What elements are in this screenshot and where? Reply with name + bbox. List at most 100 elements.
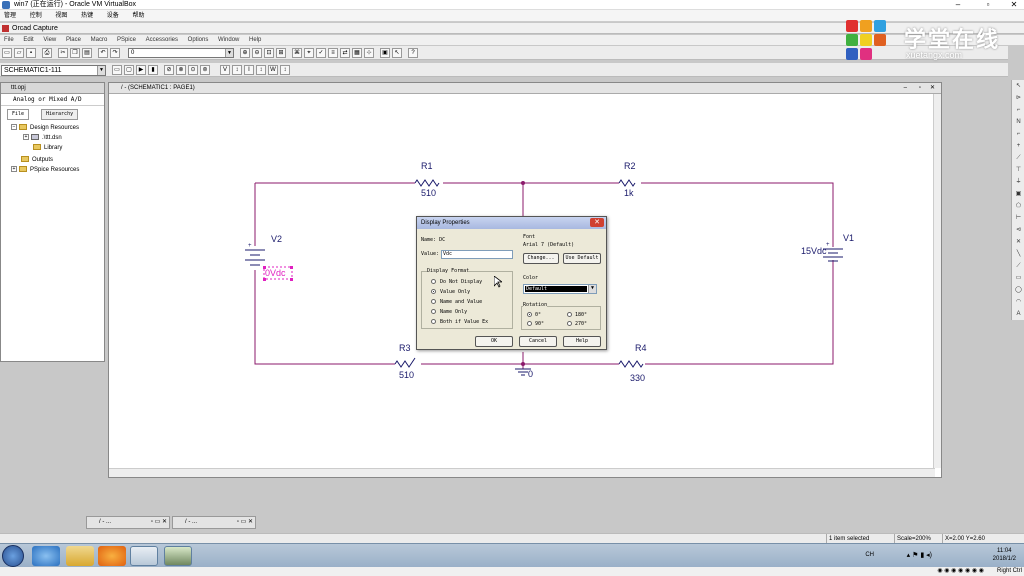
menu-pspice[interactable]: PSpice bbox=[117, 37, 136, 43]
radio-name-and-value[interactable] bbox=[431, 299, 436, 304]
ie-icon[interactable] bbox=[32, 546, 60, 566]
menu-edit[interactable]: Edit bbox=[23, 37, 33, 43]
snap-icon[interactable]: ⊹ bbox=[364, 48, 374, 58]
ok-button[interactable]: OK bbox=[475, 336, 513, 347]
bias-current-icon[interactable]: I bbox=[244, 65, 254, 75]
marker-voltage-icon[interactable]: ⊘ bbox=[164, 65, 174, 75]
vbox-menu-item[interactable]: 控制 bbox=[30, 13, 42, 19]
vbox-device-icons[interactable]: ◉ ◉ ◉ ◉ ◉ ◉ ◉ bbox=[937, 567, 984, 576]
drc-icon[interactable]: ✓ bbox=[316, 48, 326, 58]
zoom-in-icon[interactable]: ⊕ bbox=[240, 48, 250, 58]
chevron-down-icon[interactable]: ▼ bbox=[97, 66, 105, 75]
close-icon[interactable]: ✕ bbox=[930, 83, 935, 94]
copy-icon[interactable]: ❐ bbox=[70, 48, 80, 58]
menu-options[interactable]: Options bbox=[188, 37, 209, 43]
clock[interactable]: 11:04 2018/1/2 bbox=[993, 547, 1016, 563]
marker-power-icon[interactable]: ⊚ bbox=[200, 65, 210, 75]
radio-rotation-90[interactable] bbox=[527, 321, 532, 326]
radio-rotation-270[interactable] bbox=[567, 321, 572, 326]
expand-icon[interactable]: + bbox=[11, 166, 17, 173]
place-ellipse-icon[interactable]: ◯ bbox=[1014, 286, 1023, 295]
pspice-taskbar-icon[interactable] bbox=[164, 546, 192, 566]
place-off-page-icon[interactable]: ⊲ bbox=[1014, 226, 1023, 235]
paste-icon[interactable]: ▤ bbox=[82, 48, 92, 58]
bias-voltage-icon[interactable]: V bbox=[220, 65, 230, 75]
marker-current-icon[interactable]: ⊙ bbox=[188, 65, 198, 75]
select-tool-icon[interactable]: ↖ bbox=[1014, 82, 1023, 91]
selection-handle[interactable] bbox=[290, 266, 293, 269]
explorer-icon[interactable] bbox=[66, 546, 94, 566]
close-button[interactable]: ✕ bbox=[1004, 0, 1024, 10]
change-font-button[interactable]: Change... bbox=[523, 253, 559, 264]
arrow-icon[interactable]: ↖ bbox=[392, 48, 402, 58]
bias-power-icon[interactable]: W bbox=[268, 65, 278, 75]
project-manager-icon[interactable]: ▣ bbox=[380, 48, 390, 58]
place-polyline-icon[interactable]: ⟋ bbox=[1014, 262, 1023, 271]
place-power-icon[interactable]: ⊤ bbox=[1014, 166, 1023, 175]
menu-place[interactable]: Place bbox=[66, 37, 81, 43]
value-field[interactable]: Vdc bbox=[441, 250, 513, 259]
back-annotate-icon[interactable]: ⌖ bbox=[304, 48, 314, 58]
language-indicator[interactable]: CH bbox=[865, 552, 874, 558]
place-part-icon[interactable]: ⊳ bbox=[1014, 94, 1023, 103]
place-arc-icon[interactable]: ◠ bbox=[1014, 298, 1023, 307]
place-wire-icon[interactable]: ⌐ bbox=[1014, 106, 1023, 115]
menu-window[interactable]: Window bbox=[218, 37, 239, 43]
run-icon[interactable]: ▶ bbox=[136, 65, 146, 75]
place-net-alias-icon[interactable]: N bbox=[1014, 118, 1023, 127]
chevron-down-icon[interactable]: ▼ bbox=[225, 49, 233, 57]
window-controls-icon[interactable]: ▫ ▭ ✕ bbox=[237, 517, 253, 528]
place-junction-icon[interactable]: + bbox=[1014, 142, 1023, 151]
tree-pspice-resources[interactable]: + PSpice Resources bbox=[11, 165, 79, 175]
radio-rotation-180[interactable] bbox=[567, 312, 572, 317]
cut-icon[interactable]: ✂ bbox=[58, 48, 68, 58]
window-controls-icon[interactable]: ▫ ▭ ✕ bbox=[151, 517, 167, 528]
bias-toggle-current-icon[interactable]: ↕ bbox=[256, 65, 266, 75]
bias-toggle-power-icon[interactable]: ↕ bbox=[280, 65, 290, 75]
place-ground-icon[interactable]: ⏚ bbox=[1014, 178, 1023, 187]
place-text-icon[interactable]: A bbox=[1014, 310, 1023, 319]
radio-rotation-0[interactable] bbox=[527, 312, 532, 317]
cancel-button[interactable]: Cancel bbox=[519, 336, 557, 347]
resistor-r2[interactable] bbox=[618, 179, 636, 187]
minimize-icon[interactable]: – bbox=[904, 83, 907, 94]
restore-icon[interactable]: ▫ bbox=[919, 83, 921, 94]
orcad-taskbar-icon[interactable] bbox=[130, 546, 158, 566]
resistor-r1[interactable] bbox=[414, 179, 440, 187]
expand-icon[interactable]: + bbox=[23, 134, 29, 141]
vbox-menu-item[interactable]: 视图 bbox=[55, 13, 67, 19]
resistor-r4[interactable] bbox=[618, 360, 644, 368]
tray-icons[interactable]: ▴ ⚑ ▮ ◂) bbox=[907, 551, 932, 559]
menu-help[interactable]: Help bbox=[249, 37, 261, 43]
radio-do-not-display[interactable] bbox=[431, 279, 436, 284]
tree-outputs[interactable]: Outputs bbox=[21, 155, 53, 165]
place-bus-entry-icon[interactable]: ⟋ bbox=[1014, 154, 1023, 163]
cross-ref-icon[interactable]: ⇄ bbox=[340, 48, 350, 58]
menu-macro[interactable]: Macro bbox=[91, 37, 108, 43]
zoom-area-icon[interactable]: ⊡ bbox=[264, 48, 274, 58]
edit-simulation-icon[interactable]: ▢ bbox=[124, 65, 134, 75]
schematic-combo[interactable]: SCHEMATIC1-111 ▼ bbox=[1, 65, 106, 76]
selection-handle[interactable] bbox=[263, 278, 266, 281]
redo-icon[interactable]: ↷ bbox=[110, 48, 120, 58]
tab-file[interactable]: File bbox=[7, 109, 30, 120]
tree-dsn-file[interactable]: + .\ttt.dsn bbox=[23, 133, 62, 143]
minimize-button[interactable]: – bbox=[948, 0, 968, 10]
tree-design-resources[interactable]: − Design Resources bbox=[11, 123, 79, 133]
bias-toggle-icon[interactable]: ↕ bbox=[232, 65, 242, 75]
part-combo[interactable]: 0 ▼ bbox=[128, 48, 234, 58]
minimized-window[interactable]: / - ... ▫ ▭ ✕ bbox=[86, 516, 170, 529]
place-hierarchical-block-icon[interactable]: ▣ bbox=[1014, 190, 1023, 199]
vbox-menu-item[interactable]: 设备 bbox=[107, 13, 119, 19]
chevron-down-icon[interactable]: ▼ bbox=[588, 285, 596, 293]
minimized-window[interactable]: / - ... ▫ ▭ ✕ bbox=[172, 516, 256, 529]
undo-icon[interactable]: ↶ bbox=[98, 48, 108, 58]
start-button[interactable] bbox=[2, 545, 24, 567]
annotate-icon[interactable]: ⌘ bbox=[292, 48, 302, 58]
color-select[interactable]: Default ▼ bbox=[523, 284, 597, 294]
radio-value-only[interactable] bbox=[431, 289, 436, 294]
resistor-r3[interactable] bbox=[394, 357, 416, 368]
place-pin-icon[interactable]: ⊢ bbox=[1014, 214, 1023, 223]
bom-icon[interactable]: ▦ bbox=[352, 48, 362, 58]
new-icon[interactable]: ▭ bbox=[2, 48, 12, 58]
